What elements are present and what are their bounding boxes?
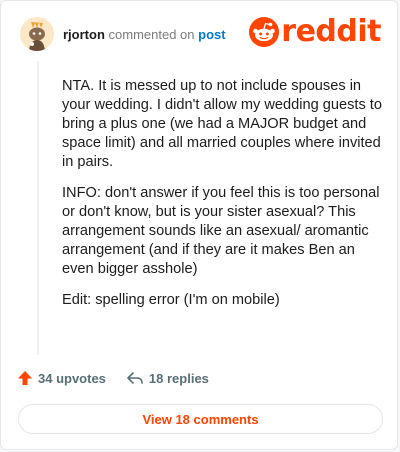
- comment-paragraph: INFO: don't answer if you feel this is t…: [62, 185, 380, 277]
- username-link[interactable]: rjorton: [63, 27, 105, 42]
- upvote-arrow-icon: [18, 371, 32, 385]
- comment-card: rjorton commented on post reddit NTA. It…: [0, 0, 398, 450]
- snoo-avatar-icon: [20, 17, 54, 51]
- upvote-button[interactable]: 34 upvotes: [17, 370, 106, 386]
- comment-paragraph: NTA. It is messed up to not include spou…: [62, 78, 382, 170]
- upvote-count: 34 upvotes: [38, 370, 106, 386]
- comment-paragraph: Edit: spelling error (I'm on mobile): [62, 292, 280, 308]
- comment-body: NTA. It is messed up to not include spou…: [62, 77, 384, 322]
- comment-header: rjorton commented on post: [63, 27, 226, 42]
- reddit-wordmark: reddit: [281, 14, 381, 49]
- reddit-alien-icon: [249, 17, 280, 47]
- reply-arrow-icon: [127, 372, 143, 384]
- action-text: commented on: [108, 27, 195, 42]
- post-link[interactable]: post: [198, 27, 225, 42]
- view-comments-button[interactable]: View 18 comments: [18, 404, 383, 434]
- replies-button[interactable]: 18 replies: [126, 370, 209, 386]
- comment-actions: 34 upvotes 18 replies: [17, 370, 209, 386]
- thread-line: [37, 61, 39, 355]
- reddit-logo[interactable]: reddit: [249, 17, 381, 47]
- replies-count: 18 replies: [148, 370, 209, 386]
- avatar[interactable]: [20, 17, 54, 51]
